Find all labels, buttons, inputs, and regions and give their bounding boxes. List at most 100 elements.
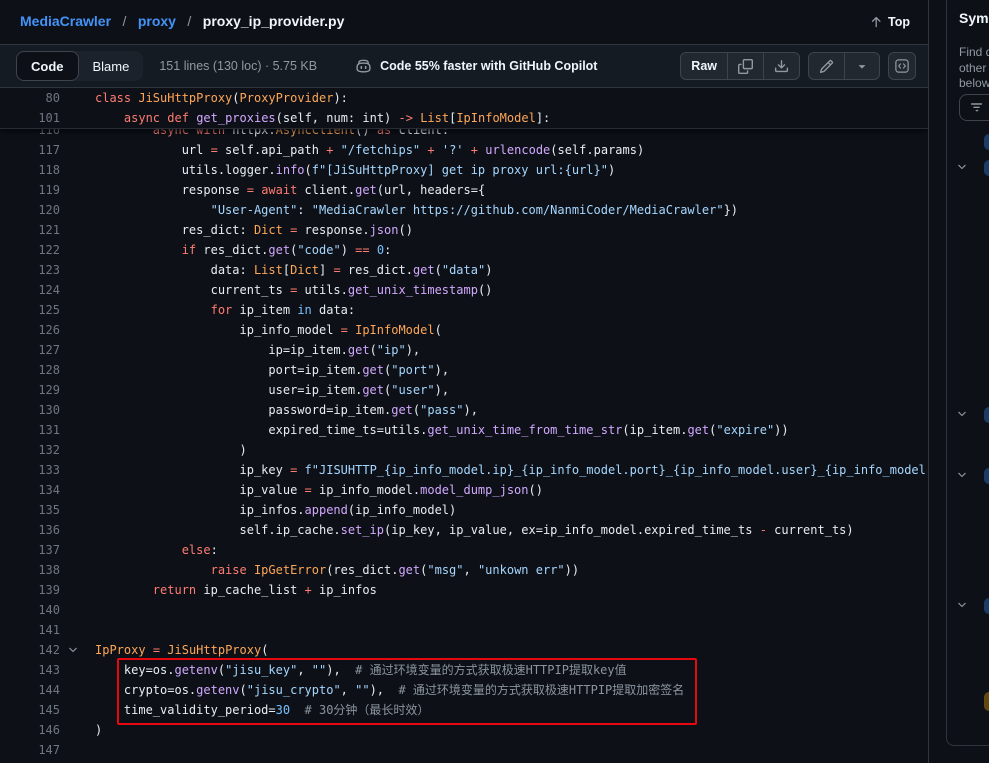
code-line: 132 ) [0,440,928,460]
line-number[interactable]: 101 [0,108,60,128]
pencil-icon [819,59,834,74]
description-line: other symbols in this file by clicking a… [959,61,989,77]
symbols-filter-input[interactable] [959,94,989,121]
code-line: 119 response = await client.get(url, hea… [0,180,928,200]
line-number[interactable]: 135 [0,500,60,520]
line-number[interactable]: 138 [0,560,60,580]
back-to-top-link[interactable]: Top [869,15,910,29]
line-number[interactable]: 143 [0,660,60,680]
code-text: url = self.api_path + "/fetchips" + '?' … [95,140,928,160]
edit-button[interactable] [809,53,844,79]
line-number[interactable]: 137 [0,540,60,560]
copilot-banner-text: Code 55% faster with GitHub Copilot [380,59,597,73]
breadcrumb: MediaCrawler / proxy / proxy_ip_provider… [20,13,344,31]
line-number[interactable]: 121 [0,220,60,240]
file-meta: 151 lines (130 loc) · 5.75 KB [159,59,317,73]
symbol-chip[interactable] [984,160,989,176]
code-line: 140 [0,600,928,620]
tab-blame[interactable]: Blame [79,51,144,81]
line-number[interactable]: 139 [0,580,60,600]
line-number[interactable]: 124 [0,280,60,300]
symbol-chip[interactable] [984,692,989,711]
annotation-box [117,658,697,725]
code-line: 120 "User-Agent": "MediaCrawler https://… [0,200,928,220]
chevron-down-icon[interactable] [956,160,968,178]
breadcrumb-folder-link[interactable]: proxy [138,13,176,29]
fold-spacer [60,740,95,760]
code-text: if res_dict.get("code") == 0: [95,240,928,260]
line-number[interactable]: 140 [0,600,60,620]
line-number[interactable]: 120 [0,200,60,220]
line-number[interactable]: 130 [0,400,60,420]
chevron-down-icon[interactable] [956,598,968,616]
code-line: 124 current_ts = utils.get_unix_timestam… [0,280,928,300]
code-text: "User-Agent": "MediaCrawler https://gith… [95,200,928,220]
line-number[interactable]: 132 [0,440,60,460]
line-number[interactable]: 117 [0,140,60,160]
line-number[interactable]: 131 [0,420,60,440]
back-to-top-label: Top [888,15,910,29]
line-number[interactable]: 127 [0,340,60,360]
fold-spacer [60,200,95,220]
line-number[interactable]: 125 [0,300,60,320]
symbol-chip[interactable] [984,134,989,150]
code-text: ip_key = f"JISUHTTP_{ip_info_model.ip}_{… [95,460,928,480]
code-text [95,600,928,620]
chevron-down-icon[interactable] [956,407,968,425]
code-text: IpProxy = JiSuHttpProxy( [95,640,928,660]
code-line: 137 else: [0,540,928,560]
line-number[interactable]: 133 [0,460,60,480]
line-number[interactable]: 129 [0,380,60,400]
code-line: 80class JiSuHttpProxy(ProxyProvider): [0,88,928,108]
line-number[interactable]: 141 [0,620,60,640]
code-line: 121 res_dict: Dict = response.json() [0,220,928,240]
download-button[interactable] [763,53,799,79]
fold-chevron-icon[interactable] [60,640,95,660]
line-number[interactable]: 134 [0,480,60,500]
code-line: 118 utils.logger.info(f"[JiSuHttpProxy] … [0,160,928,180]
breadcrumb-separator: / [187,13,191,29]
line-number[interactable]: 126 [0,320,60,340]
symbols-toggle-button[interactable] [888,52,916,80]
arrow-up-icon [869,15,883,29]
code-line: 128 port=ip_item.get("port"), [0,360,928,380]
edit-dropdown-button[interactable] [844,53,879,79]
line-number[interactable]: 123 [0,260,60,280]
symbol-chip[interactable] [984,598,989,614]
copy-button[interactable] [727,53,763,79]
line-number[interactable]: 142 [0,640,60,660]
symbol-chip[interactable] [984,407,989,423]
code-text: else: [95,540,928,560]
line-number[interactable]: 147 [0,740,60,760]
code-line: 125 for ip_item in data: [0,300,928,320]
line-number[interactable]: 80 [0,88,60,108]
code-line: 147 [0,740,928,760]
line-number[interactable]: 122 [0,240,60,260]
breadcrumb-repo-link[interactable]: MediaCrawler [20,13,111,29]
raw-button[interactable]: Raw [681,53,727,79]
line-number[interactable]: 128 [0,360,60,380]
code-line: 133 ip_key = f"JISUHTTP_{ip_info_model.i… [0,460,928,480]
file-toolbar: Code Blame 151 lines (130 loc) · 5.75 KB… [0,45,928,88]
code-text: raise IpGetError(res_dict.get("msg", "un… [95,560,928,580]
breadcrumb-separator: / [123,13,127,29]
line-number[interactable]: 146 [0,720,60,740]
code-line: 122 if res_dict.get("code") == 0: [0,240,928,260]
line-number[interactable]: 136 [0,520,60,540]
code-line: 126 ip_info_model = IpInfoModel( [0,320,928,340]
symbol-chip[interactable] [984,468,989,484]
line-number[interactable]: 144 [0,680,60,700]
code-line: 130 password=ip_item.get("pass"), [0,400,928,420]
fold-spacer [60,620,95,640]
code-blame-switcher: Code Blame [16,51,143,81]
line-number[interactable]: 118 [0,160,60,180]
line-number[interactable]: 145 [0,700,60,720]
fold-spacer [60,280,95,300]
fold-spacer [60,580,95,600]
copilot-banner[interactable]: Code 55% faster with GitHub Copilot [355,58,597,75]
line-number[interactable]: 119 [0,180,60,200]
symbols-panel: Symbols Find definitions and references … [946,0,989,746]
chevron-down-icon[interactable] [956,468,968,486]
tab-code[interactable]: Code [16,51,79,81]
code-text: async def get_proxies(self, num: int) ->… [95,108,928,128]
